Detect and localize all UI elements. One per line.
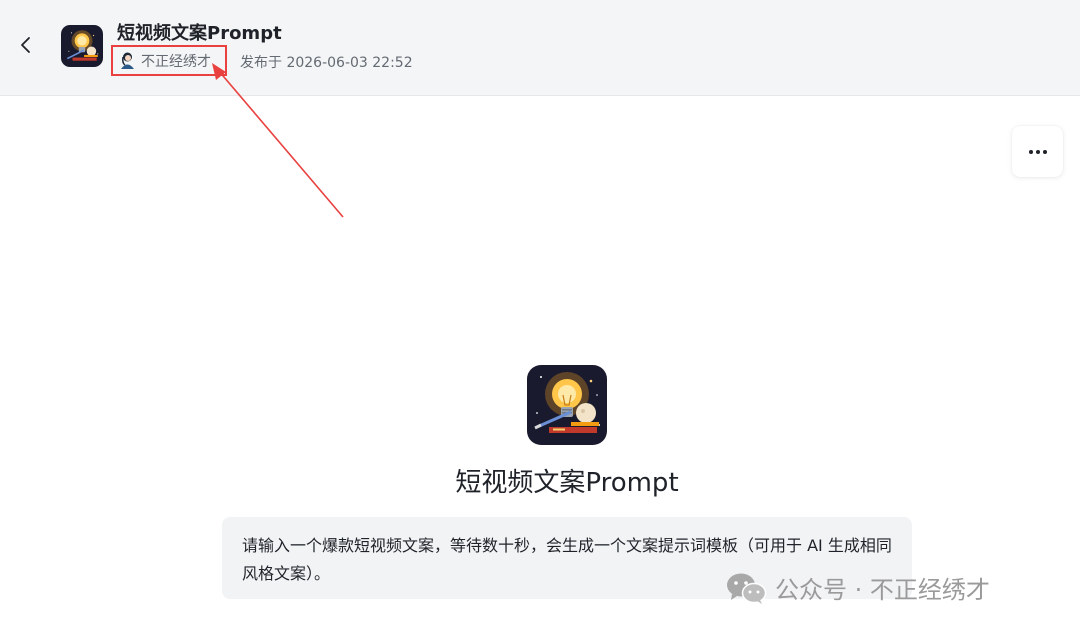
page: 短视频文案Prompt 不正经绣才 发布于 2026-06-03 22:52 短… [0,0,1080,632]
publish-time: 发布于 2026-06-03 22:52 [240,55,413,71]
author-link[interactable]: 不正经绣才 [111,45,227,76]
header-title: 短视频文案Prompt [117,23,282,44]
back-button[interactable] [14,30,38,60]
author-name: 不正经绣才 [141,53,211,70]
app-icon-large [527,365,607,445]
header: 短视频文案Prompt 不正经绣才 发布于 2026-06-03 22:52 [0,0,1080,96]
wechat-icon [725,571,767,605]
ellipsis-icon-dot [1035,149,1040,154]
more-options-button[interactable] [1012,126,1063,177]
watermark: 公众号 · 不正经绣才 [725,570,990,605]
ellipsis-icon-dot [1042,149,1047,154]
ellipsis-icon [1028,149,1033,154]
lightbulb-icon [61,25,103,67]
watermark-text: 公众号 · 不正经绣才 [775,576,990,604]
author-avatar [119,51,136,70]
lightbulb-icon [527,365,607,445]
app-icon [61,25,103,67]
avatar-icon [121,52,134,69]
app-title: 短视频文案Prompt [455,468,679,498]
chevron-left-icon [21,37,30,53]
